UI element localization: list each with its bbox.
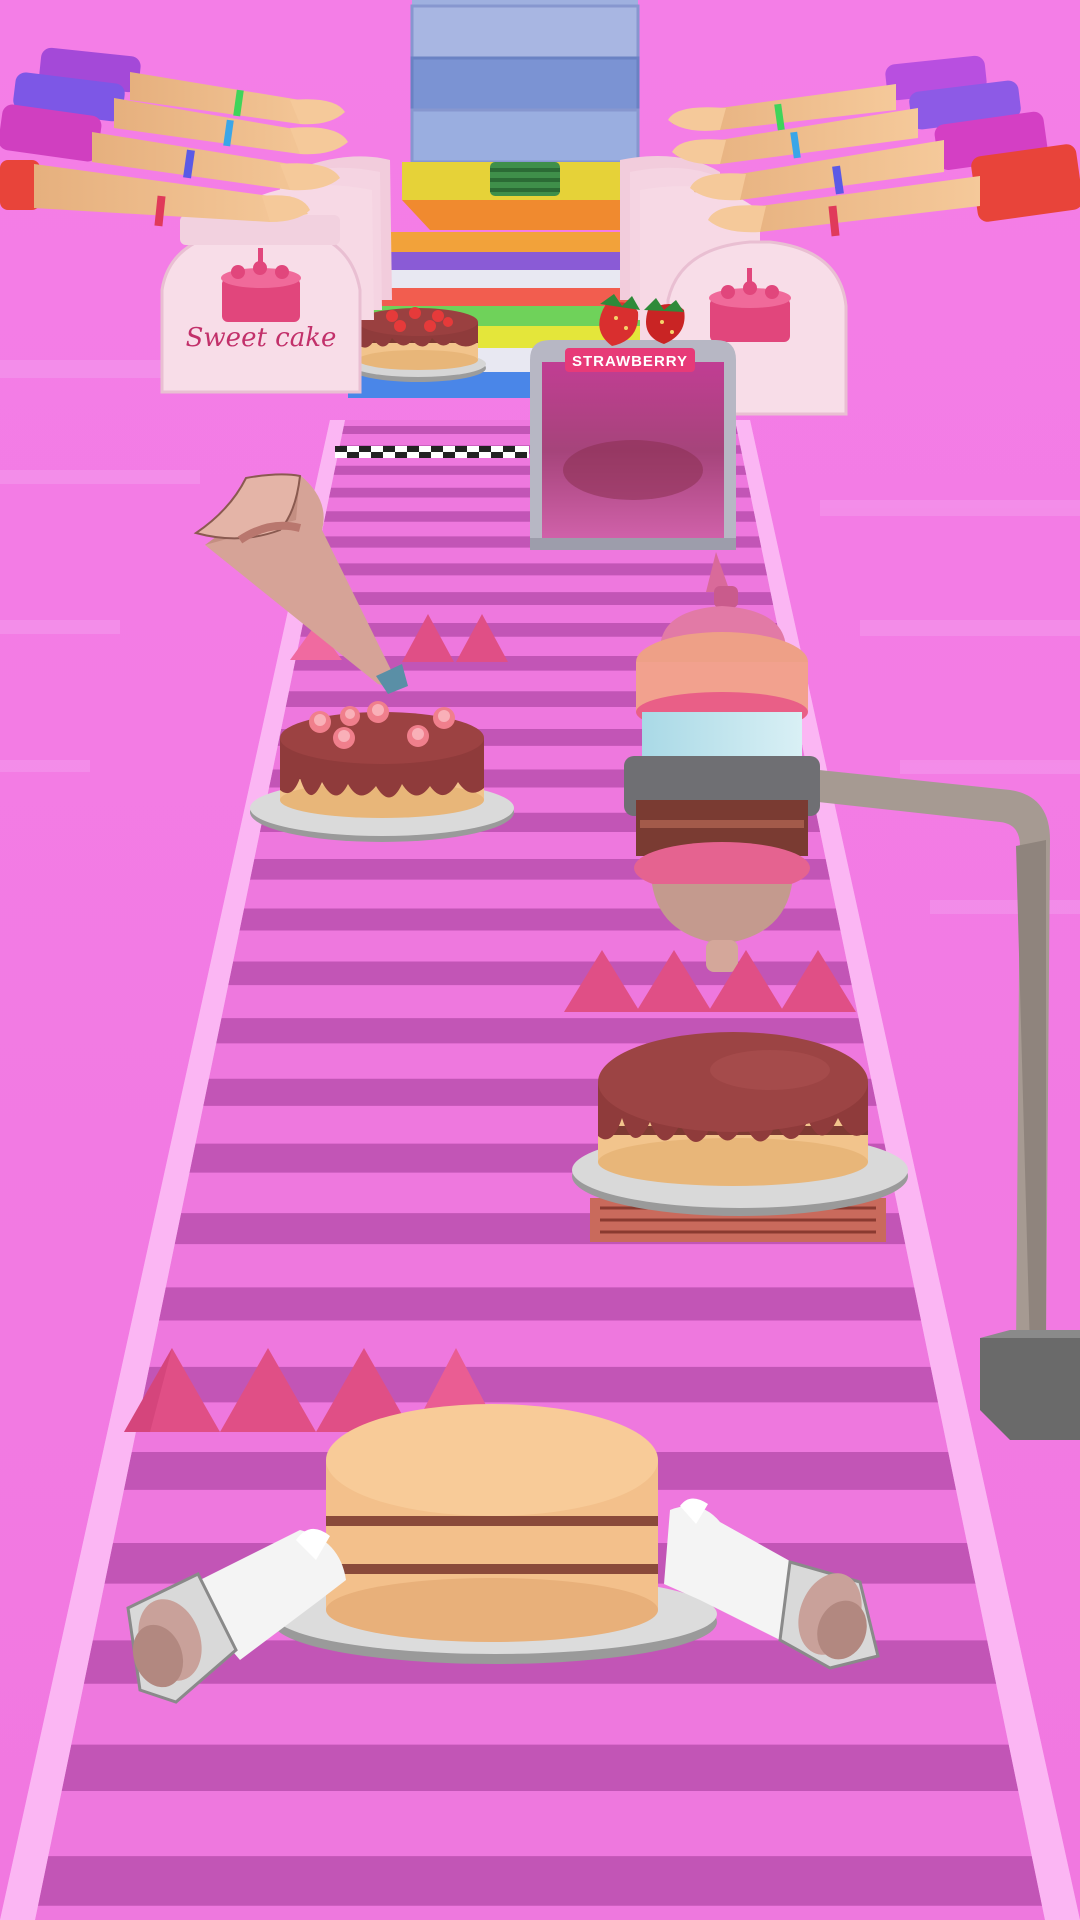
finish-line-square xyxy=(359,446,371,452)
runway-stripe xyxy=(37,1856,1043,1906)
finish-line-square xyxy=(479,446,491,452)
finish-tower xyxy=(402,0,648,230)
finish-line-square xyxy=(491,452,503,458)
game-scene[interactable]: Sweet cake STRAWBERRY xyxy=(0,0,1080,1920)
finish-line-square xyxy=(455,446,467,452)
finish-line-square xyxy=(383,446,395,452)
runway-stripe xyxy=(312,563,768,576)
cash-stack-icon xyxy=(490,162,560,196)
finish-line-square xyxy=(443,452,455,458)
runway-stripe xyxy=(61,1744,1019,1792)
finish-line-square xyxy=(407,446,419,452)
finish-line-square xyxy=(431,446,443,452)
cake-box-brand: Sweet cake xyxy=(186,323,337,353)
finish-line-square xyxy=(419,452,431,458)
runway-stripe xyxy=(158,1287,922,1321)
chocolate-glazed-cake xyxy=(572,1032,908,1242)
finish-line-square xyxy=(335,446,347,452)
finish-line-square xyxy=(347,452,359,458)
finish-line-square xyxy=(371,452,383,458)
gate-label: STRAWBERRY xyxy=(572,353,688,370)
finish-line-square xyxy=(515,452,527,458)
finish-line-icon xyxy=(335,446,529,458)
finish-line-square xyxy=(467,452,479,458)
finish-line-square xyxy=(503,446,515,452)
finish-line-square xyxy=(395,452,407,458)
runway-stripe xyxy=(306,592,774,606)
